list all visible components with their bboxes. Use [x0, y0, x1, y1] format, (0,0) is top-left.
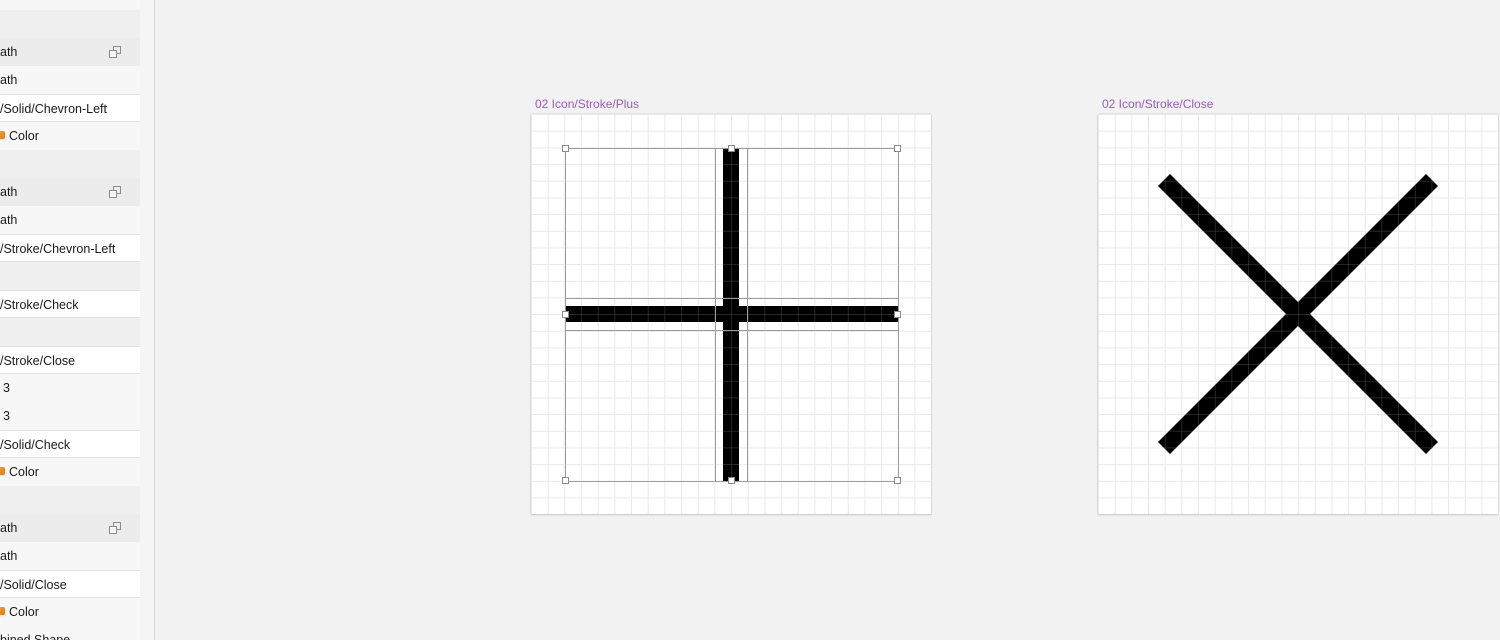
layer-row-spacer[interactable] — [0, 150, 140, 178]
symbol-link-icon[interactable] — [109, 522, 121, 534]
layer-name: ath — [0, 73, 18, 87]
layer-row[interactable]: /Solid/Close — [0, 570, 140, 598]
layer-row[interactable]: ath — [0, 206, 140, 234]
layer-row[interactable]: 3 — [0, 402, 140, 430]
symbol-link-icon[interactable] — [109, 46, 121, 58]
close-icon[interactable] — [1158, 174, 1438, 454]
layer-name: /Stroke/Close — [0, 354, 76, 368]
layer-name: /Solid/Check — [0, 438, 71, 452]
layer-name: ath — [0, 549, 18, 563]
artboard-title-close[interactable]: 02 Icon/Stroke/Close — [1102, 97, 1213, 111]
layer-row-spacer[interactable] — [0, 486, 140, 514]
layer-row[interactable]: Color — [0, 122, 140, 150]
panel-divider[interactable] — [140, 0, 155, 640]
layer-row[interactable]: Color — [0, 598, 140, 626]
layer-name: /Stroke/Chevron-Left — [0, 242, 116, 256]
layer-name: bined Shape — [0, 633, 71, 640]
artboard-title-plus[interactable]: 02 Icon/Stroke/Plus — [535, 97, 639, 111]
layers-panel: ath ath/Solid/Chevron-Left Color ath ath/Str… — [0, 0, 140, 640]
symbol-link-icon[interactable] — [109, 186, 121, 198]
layer-name: 3 — [3, 381, 10, 395]
layer-row[interactable]: /Solid/Check — [0, 430, 140, 458]
color-fill-icon — [0, 131, 5, 139]
layer-name: Color — [9, 465, 39, 479]
layer-name: /Solid/Chevron-Left — [0, 102, 108, 116]
layer-name: /Stroke/Check — [0, 298, 79, 312]
layer-row[interactable]: /Stroke/Chevron-Left — [0, 234, 140, 262]
artboard-plus[interactable] — [531, 114, 931, 514]
layer-row[interactable]: ath — [0, 178, 140, 206]
layer-row[interactable]: /Stroke/Close — [0, 346, 140, 374]
color-fill-icon — [0, 467, 5, 475]
layer-name: ath — [0, 521, 18, 535]
layer-name: /Solid/Close — [0, 578, 67, 592]
layer-row[interactable]: Color — [0, 458, 140, 486]
layer-name: Color — [9, 129, 39, 143]
layer-row-spacer[interactable] — [0, 10, 140, 38]
artboard-close[interactable] — [1098, 114, 1498, 514]
layer-row[interactable]: bined Shape — [0, 626, 140, 640]
layer-row[interactable]: /Stroke/Check — [0, 290, 140, 318]
layer-row[interactable]: ath — [0, 514, 140, 542]
layer-row[interactable]: ath — [0, 38, 140, 66]
color-fill-icon — [0, 607, 5, 615]
layer-row[interactable]: /Solid/Chevron-Left — [0, 94, 140, 122]
layer-name: ath — [0, 185, 18, 199]
layer-name: Color — [9, 605, 39, 619]
layer-name: 3 — [3, 409, 10, 423]
layer-row-spacer[interactable] — [0, 262, 140, 290]
layer-row-spacer[interactable] — [0, 318, 140, 346]
layer-row[interactable]: ath — [0, 542, 140, 570]
layer-row[interactable]: 3 — [0, 374, 140, 402]
layer-name: ath — [0, 45, 18, 59]
layer-row[interactable]: ath — [0, 66, 140, 94]
layer-name: ath — [0, 213, 18, 227]
